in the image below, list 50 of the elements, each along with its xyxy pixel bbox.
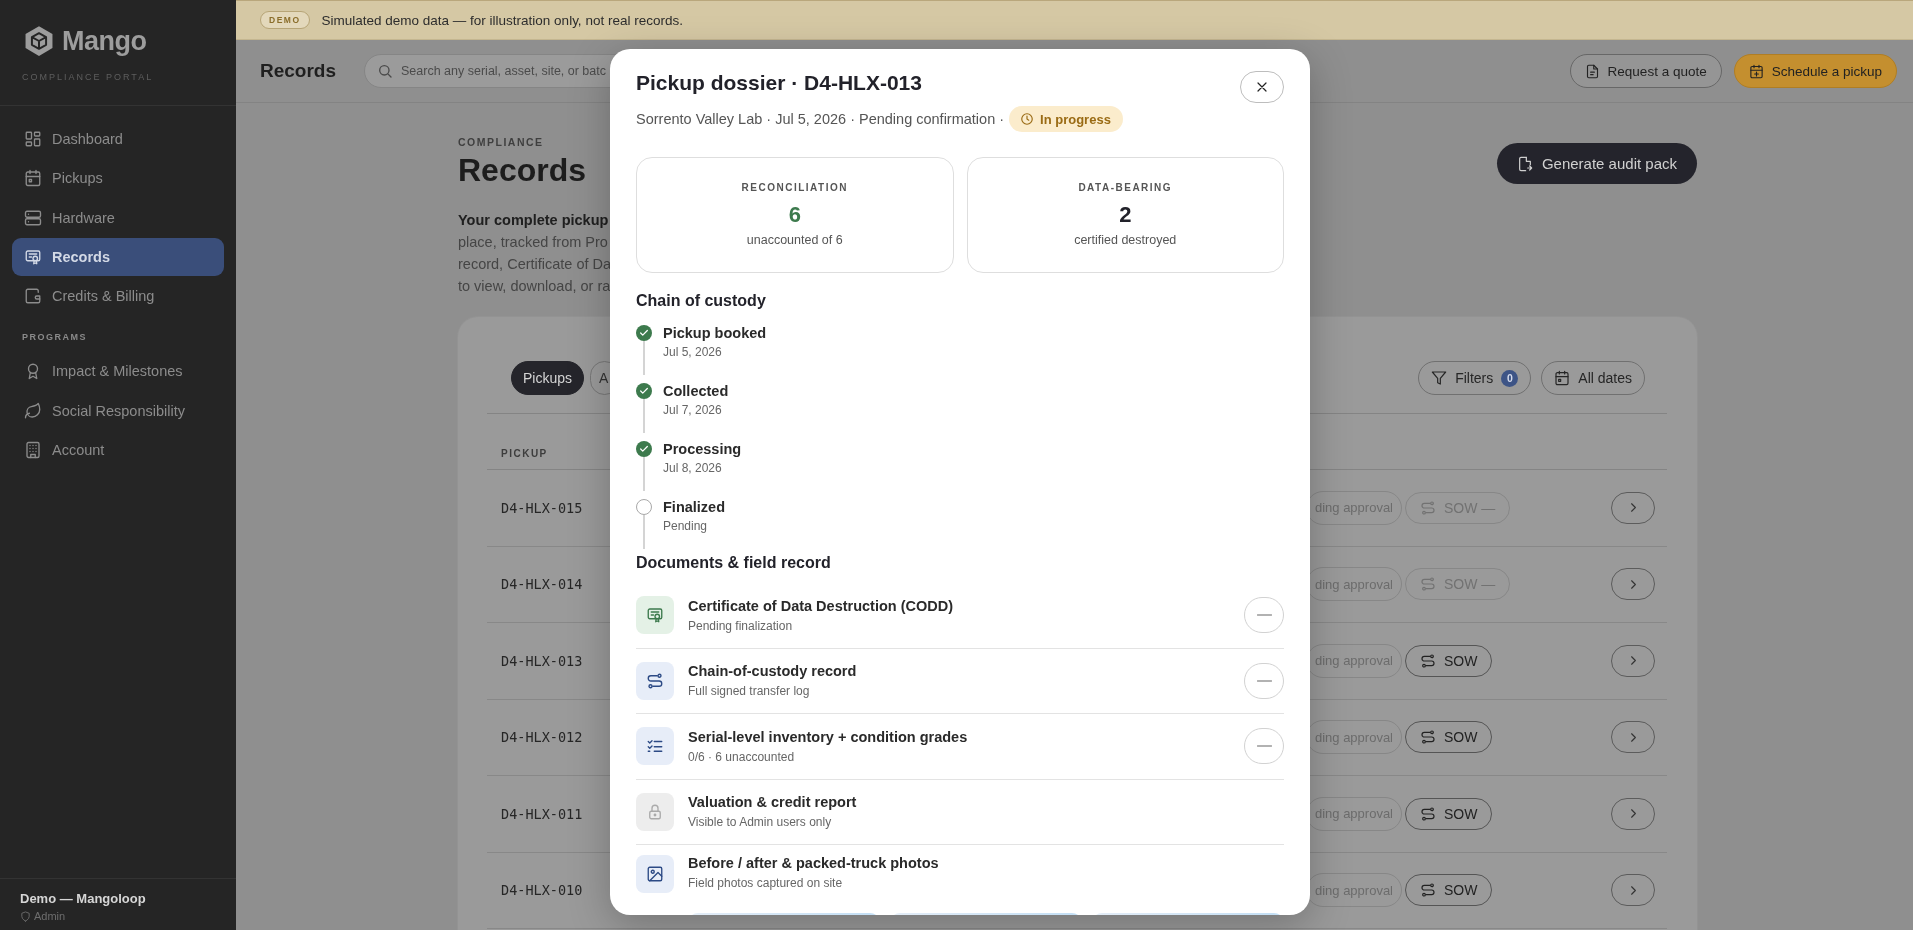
intro-text: record, Certificate of Da <box>458 255 612 274</box>
document-detail: Full signed transfer log <box>688 684 811 699</box>
intro-text: Your complete pickup <box>458 211 609 230</box>
pickup-id: D4-HLX-015 <box>501 499 583 516</box>
page-heading: Records <box>458 151 587 189</box>
section-heading: Chain of custody <box>636 291 767 311</box>
intro-text: place, tracked from Pro <box>458 233 608 252</box>
document-title: Serial-level inventory + condition grades <box>688 728 969 745</box>
step-title: Processing <box>663 440 742 459</box>
section-label: PROGRAMS <box>22 332 87 343</box>
pickup-id: D4-HLX-014 <box>501 576 583 593</box>
stat-label: DATA-BEARING <box>1078 182 1173 193</box>
document-detail: Visible to Admin users only <box>688 815 833 830</box>
stat-label: RECONCILIATION <box>741 182 848 193</box>
stat-caption: unaccounted of 6 <box>746 233 843 247</box>
organization-name: Demo — Mangoloop <box>20 891 147 906</box>
document-detail: Pending finalization <box>688 618 794 633</box>
step-date: Pending <box>663 519 709 533</box>
user-role: Admin <box>34 910 66 922</box>
stat-value: 2 <box>1119 201 1132 229</box>
step-date: Jul 8, 2026 <box>663 461 723 475</box>
dialog-title: Pickup dossier · D4-HLX-013 <box>636 70 922 96</box>
step-title: Collected <box>663 382 729 401</box>
step-title: Finalized <box>663 498 726 517</box>
filter-count-badge: 0 <box>1501 369 1519 387</box>
dialog-subtitle: Sorrento Valley Lab · Jul 5, 2026 · Pending confirmation · <box>636 111 1005 127</box>
step-date: Jul 7, 2026 <box>663 403 723 417</box>
pickup-id: D4-HLX-012 <box>501 729 583 746</box>
pickup-id: D4-HLX-011 <box>501 805 583 822</box>
column-header: PICKUP <box>501 448 548 459</box>
brand-name: Mango <box>62 25 147 57</box>
demo-badge: DEMO <box>260 11 310 29</box>
document-detail: 0/6 · 6 unaccounted <box>688 749 796 764</box>
document-title: Before / after & packed-truck photos <box>688 855 940 871</box>
pickup-id: D4-HLX-010 <box>501 882 583 899</box>
document-title: Certificate of Data Destruction (CODD) <box>688 597 955 614</box>
stat-value: 6 <box>788 201 801 229</box>
pickup-id: D4-HLX-013 <box>501 652 583 669</box>
step-title: Pickup booked <box>663 324 767 343</box>
section-eyebrow: COMPLIANCE <box>458 135 544 149</box>
document-title: Valuation & credit report <box>688 794 858 811</box>
document-detail: Field photos captured on site <box>688 876 844 890</box>
stat-caption: certified destroyed <box>1074 233 1177 247</box>
intro-text: to view, download, or ra <box>458 277 611 296</box>
page-title: Records <box>260 60 337 82</box>
demo-notice: Simulated demo data — for illustration only, not real records. <box>321 12 683 28</box>
status-badge: In progress <box>1009 106 1123 132</box>
step-date: Jul 5, 2026 <box>663 345 723 359</box>
document-title: Chain-of-custody record <box>688 663 858 680</box>
section-heading: Documents & field record <box>636 553 832 573</box>
